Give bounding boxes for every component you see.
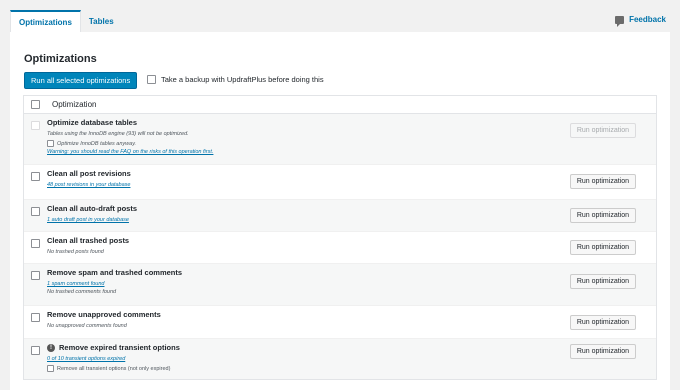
table-row: Remove unapproved comments No unapproved… <box>24 306 656 339</box>
optimizations-panel: Optimizations Run all selected optimizat… <box>10 32 670 390</box>
table-row: Optimize database tables Tables using th… <box>24 114 656 165</box>
row-checkbox[interactable] <box>31 207 40 216</box>
run-optimization-button[interactable]: Run optimization <box>569 208 636 223</box>
select-all-checkbox[interactable] <box>31 100 40 109</box>
row-checkbox[interactable] <box>31 271 40 280</box>
row-title: Remove spam and trashed comments <box>47 268 183 277</box>
row-title: Clean all post revisions <box>47 169 131 178</box>
row-checkbox <box>31 121 40 130</box>
tab-bar: Optimizations Tables Feedback <box>10 10 670 32</box>
row-title: Clean all trashed posts <box>47 236 130 245</box>
transient-option[interactable]: Remove all transient options (not only e… <box>47 365 656 372</box>
row-note: Tables using the InnoDB engine (93) will… <box>47 131 189 137</box>
innodb-checkbox[interactable] <box>47 140 54 147</box>
run-optimization-button[interactable]: Run optimization <box>569 344 636 359</box>
row-checkbox[interactable] <box>31 239 40 248</box>
innodb-option[interactable]: Optimize InnoDB tables anyway. <box>47 140 656 147</box>
row-note: No unapproved comments found <box>47 323 127 329</box>
innodb-option-label: Optimize InnoDB tables anyway. <box>57 140 137 147</box>
run-optimization-button[interactable]: Run optimization <box>569 174 636 189</box>
feedback-label: Feedback <box>629 15 666 24</box>
tab-optimizations[interactable]: Optimizations <box>10 10 81 32</box>
row-note: No trashed posts found <box>47 249 104 255</box>
feedback-icon <box>615 15 625 27</box>
optimizations-table: Optimization Optimize database tables Ta… <box>23 95 657 380</box>
row-title: Optimize database tables <box>47 118 138 127</box>
row-title-text: Remove expired transient options <box>59 343 180 352</box>
row-title: Remove unapproved comments <box>47 310 161 319</box>
run-all-button[interactable]: Run all selected optimizations <box>24 72 138 89</box>
backup-option[interactable]: Take a backup with UpdraftPlus before do… <box>147 75 324 84</box>
row-detail-link[interactable]: 48 post revisions in your database <box>47 182 656 189</box>
row-detail-link[interactable]: 0 of 10 transient options expired <box>47 356 656 363</box>
run-optimization-button[interactable]: Run optimization <box>569 315 636 330</box>
backup-label: Take a backup with UpdraftPlus before do… <box>161 75 324 84</box>
row-checkbox[interactable] <box>31 313 40 322</box>
table-header-label: Optimization <box>52 100 97 109</box>
tab-tables[interactable]: Tables <box>81 10 122 32</box>
table-row: Clean all post revisions 48 post revisio… <box>24 165 656 200</box>
row-note: No trashed comments found <box>47 289 117 295</box>
warning-faq-link[interactable]: Warning: you should read the FAQ on the … <box>47 149 656 156</box>
run-optimization-button: Run optimization <box>569 123 636 138</box>
transient-checkbox[interactable] <box>47 365 54 372</box>
row-title: Clean all auto-draft posts <box>47 204 138 213</box>
page-title: Optimizations <box>24 53 97 65</box>
run-optimization-button[interactable]: Run optimization <box>569 240 636 255</box>
table-row: Remove spam and trashed comments 1 spam … <box>24 264 656 306</box>
row-detail-link[interactable]: 1 spam comment found <box>47 281 656 288</box>
row-title: ! Remove expired transient options <box>47 343 656 352</box>
warning-icon: ! <box>47 343 55 352</box>
row-checkbox[interactable] <box>31 172 40 181</box>
backup-checkbox[interactable] <box>147 75 156 84</box>
run-optimization-button[interactable]: Run optimization <box>569 274 636 289</box>
transient-option-label: Remove all transient options (not only e… <box>57 365 171 372</box>
row-detail-link[interactable]: 1 auto draft post in your database <box>47 217 656 224</box>
row-checkbox[interactable] <box>31 346 40 355</box>
feedback-link[interactable]: Feedback <box>615 15 666 27</box>
table-row: Clean all auto-draft posts 1 auto draft … <box>24 200 656 232</box>
table-header: Optimization <box>24 96 656 114</box>
table-row: ! Remove expired transient options 0 of … <box>24 339 656 379</box>
table-row: Clean all trashed posts No trashed posts… <box>24 232 656 264</box>
